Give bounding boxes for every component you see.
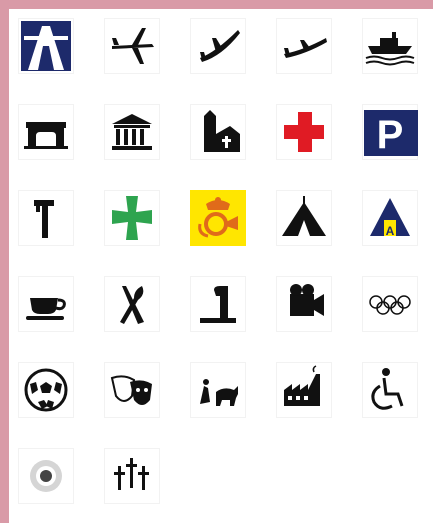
target-icon: [18, 448, 74, 504]
airport-icon: [104, 18, 160, 74]
museum-icon: [104, 104, 160, 160]
olympic-rings-icon: [362, 276, 418, 332]
post-horn-icon: [190, 190, 246, 246]
plane-departure-icon: [190, 18, 246, 74]
theatre-masks-icon: [104, 362, 160, 418]
green-cross-pharmacy-icon: [104, 190, 160, 246]
tent-with-a-icon: A: [362, 190, 418, 246]
plane-arrival-icon: [276, 18, 332, 74]
ship-ferry-icon: [362, 18, 418, 74]
first-aid-cross-icon: [276, 104, 332, 160]
fork-knife-icon: [104, 276, 160, 332]
soccer-ball-icon: [18, 362, 74, 418]
parking-letter: P: [377, 113, 404, 157]
symbol-panel: [9, 9, 433, 523]
wheelchair-icon: [362, 362, 418, 418]
cemetery-crosses-icon: [104, 448, 160, 504]
factory-icon: [276, 362, 332, 418]
bullfight-icon: [190, 362, 246, 418]
fountain-icon: [190, 276, 246, 332]
camping-letter: A: [386, 224, 395, 238]
parking-icon: P: [362, 104, 418, 160]
motorway-icon: [18, 18, 74, 74]
gate-icon: [18, 104, 74, 160]
tent-camping-icon: [276, 190, 332, 246]
cup-saucer-icon: [18, 276, 74, 332]
tool-icon: [18, 190, 74, 246]
camera-projector-icon: [276, 276, 332, 332]
church-icon: [190, 104, 246, 160]
